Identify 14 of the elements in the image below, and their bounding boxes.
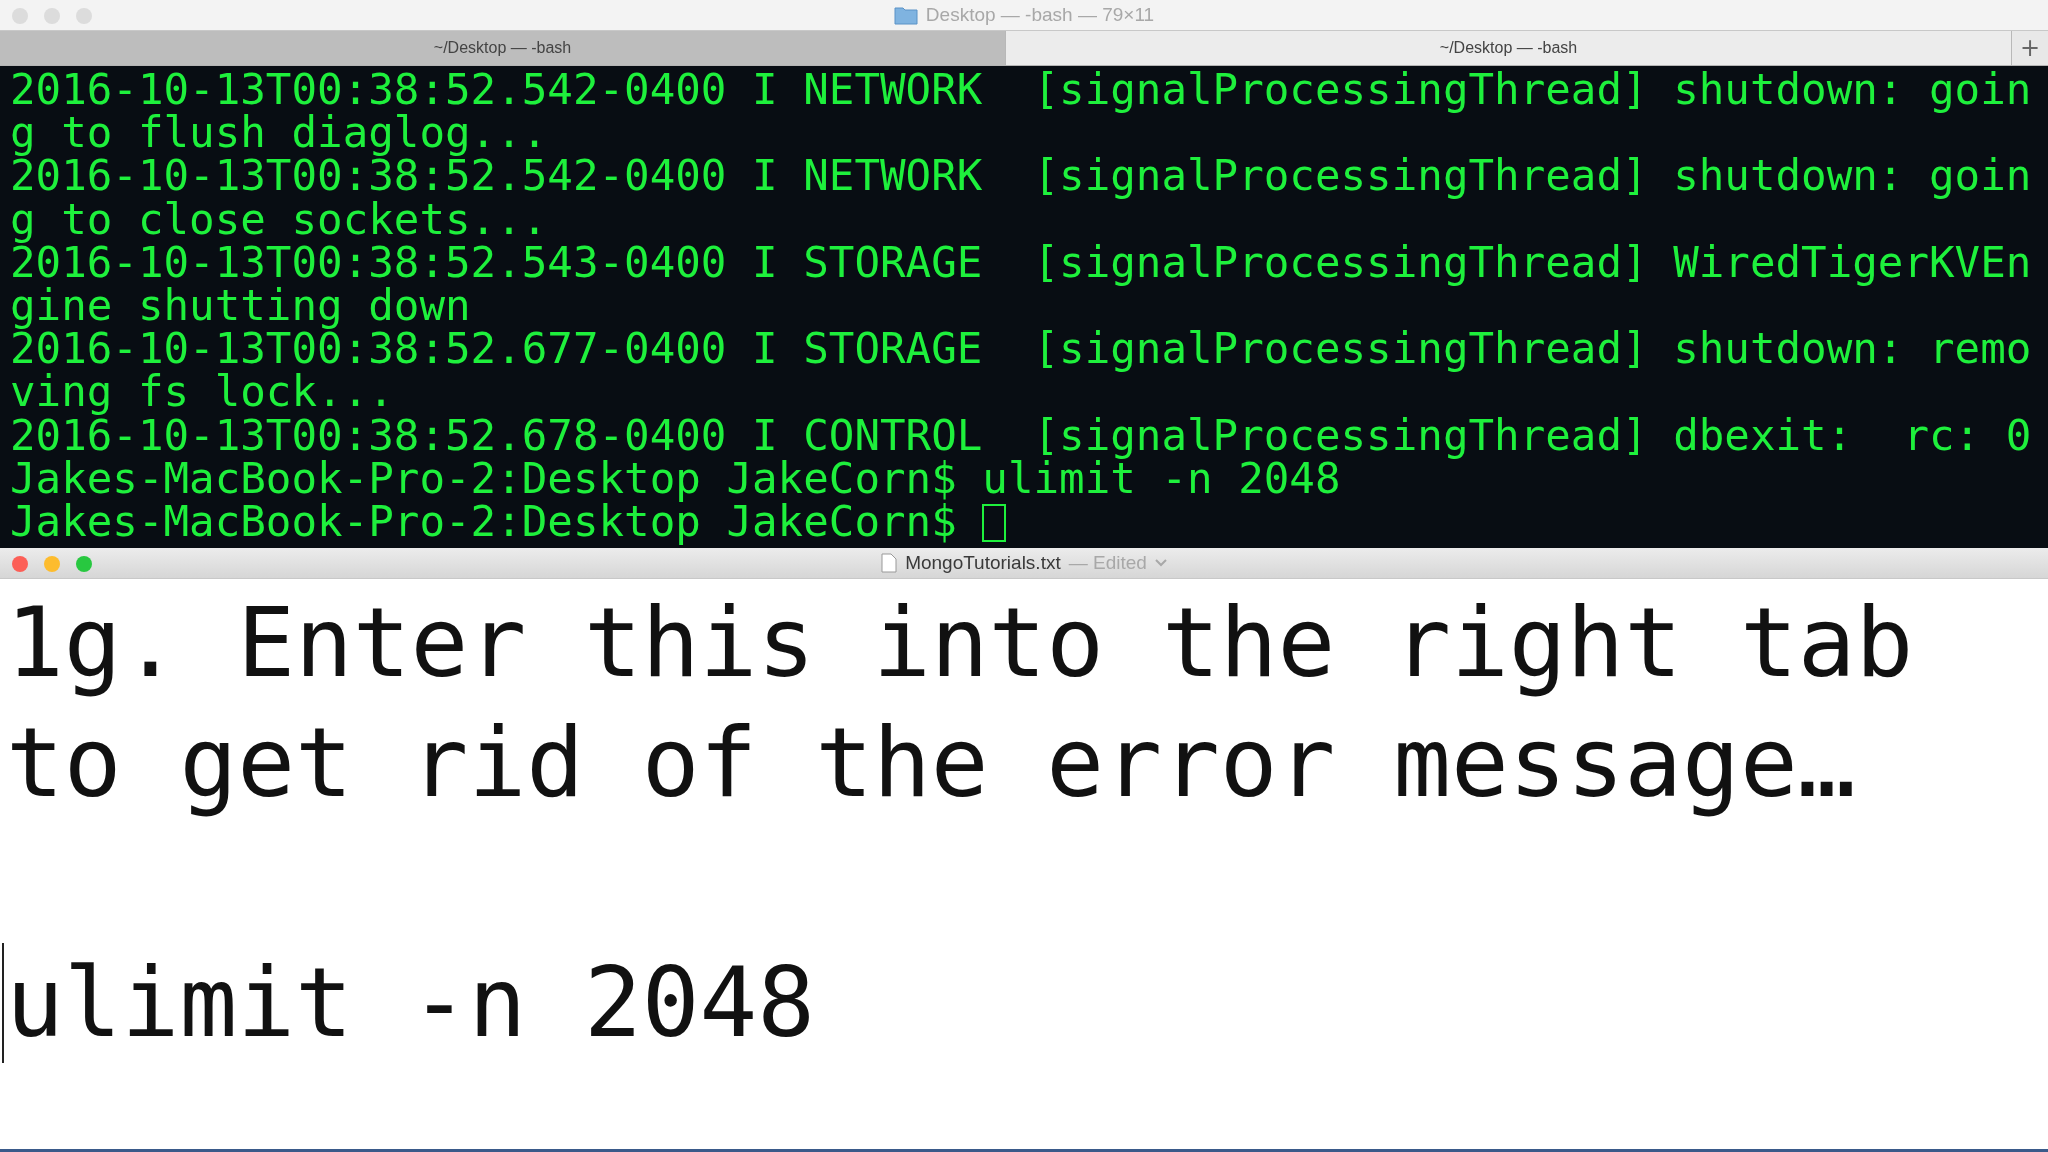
folder-icon [893,5,918,25]
cursor [982,504,1007,543]
document-title: MongoTutorials.txt [905,552,1061,574]
new-tab-button[interactable]: + [2012,31,2048,65]
terminal-line: 2016-10-13T00:38:52.542-0400 I NETWORK [signalProcessingThread] shutdown: going to flush diaglog... [10,68,2032,155]
close-button[interactable] [12,556,28,572]
zoom-button[interactable] [76,556,92,572]
window-title: Desktop — -bash — 79×11 [925,4,1155,26]
document-icon [881,553,898,573]
minimize-button[interactable] [44,556,60,572]
terminal-tab[interactable]: ~/Desktop — -bash [1006,31,2012,65]
terminal-tab[interactable]: ~/Desktop — -bash [0,31,1006,65]
editor-text: 1g. Enter this into the right tab to get rid of the error message… [6,586,1915,821]
chevron-down-icon[interactable] [1154,559,1167,567]
